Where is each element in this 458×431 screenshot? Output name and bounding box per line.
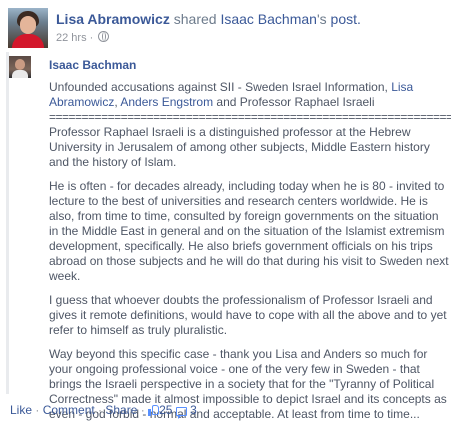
sharer-avatar[interactable] [8,8,48,48]
intro-end: and Professor Raphael Israeli [213,95,375,109]
like-button[interactable]: Like [10,403,32,417]
avatar-face [20,16,36,34]
post-meta: 22 hrs · [56,31,110,45]
avatar-shirt [12,70,28,78]
action-separator: · [32,403,43,417]
avatar-head [15,59,25,70]
comment-button[interactable]: Comment [43,403,95,417]
like-count[interactable]: 25 [159,403,172,417]
shared-post-body: Unfounded accusations against SII - Swed… [49,80,451,431]
sharer-name-link[interactable]: Lisa Abramowicz [56,11,170,27]
paragraph-3: I guess that whoever doubts the professi… [49,293,447,337]
tag-comma: , [114,95,118,109]
share-button[interactable]: Share [105,403,137,417]
shared-author-link[interactable]: Isaac Bachman [49,58,136,72]
shared-text: shared [169,11,221,27]
paragraph-1: Professor Raphael Israeli is a distingui… [49,125,430,169]
tag-anders-engstrom[interactable]: Anders Engstrom [120,95,213,109]
action-separator: · [137,403,149,417]
meta-separator: · [89,32,94,44]
action-separator: · [94,403,106,417]
post-header: Lisa Abramowicz shared Isaac Bachman's p… [56,10,361,28]
timestamp-link[interactable]: 22 hrs [56,32,87,44]
original-author-link[interactable]: Isaac Bachman [220,11,317,27]
comment-count[interactable]: 3 [190,403,197,417]
intro-text: Unfounded accusations against SII - Swed… [49,80,392,94]
possessive-suffix: 's [316,11,327,27]
thumbs-up-icon[interactable] [148,405,160,416]
author-avatar[interactable] [9,56,31,78]
globe-icon[interactable] [98,31,110,42]
text-divider: ========================================… [49,110,451,124]
action-bar: Like · Comment · Share · 25 3 [10,403,197,419]
avatar-shirt [12,34,44,48]
post-link[interactable]: post. [327,11,361,27]
post-intro: Unfounded accusations against SII - Swed… [49,80,451,110]
comment-bubble-icon[interactable] [175,407,187,419]
paragraph-2: He is often - for decades already, inclu… [49,179,449,283]
